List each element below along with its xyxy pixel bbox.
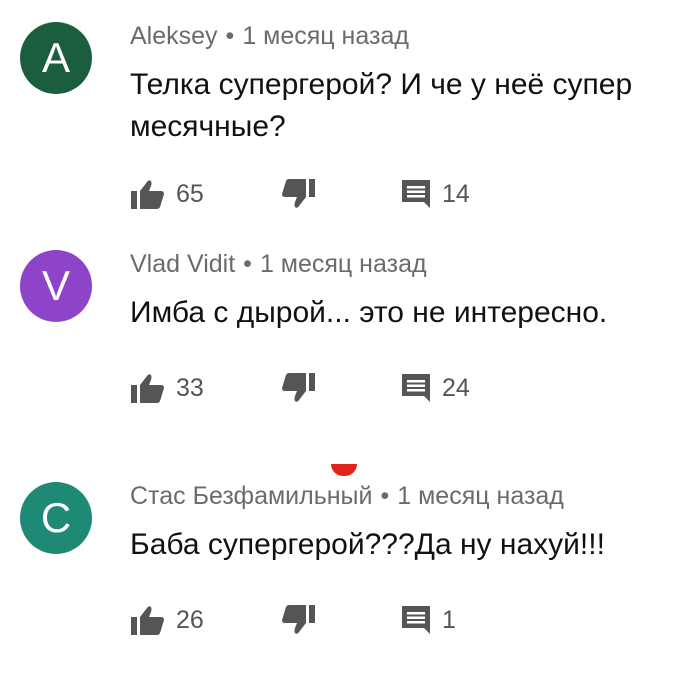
comment-icon — [402, 180, 430, 208]
comment-text: Имба с дырой... это не интересно. — [130, 296, 608, 329]
dislike-button[interactable] — [280, 368, 316, 408]
comment-time: 1 месяц назад — [259, 250, 427, 278]
thumb-up-icon — [131, 374, 164, 403]
like-count: 26 — [176, 605, 204, 634]
like-count: 65 — [176, 179, 204, 208]
avatar[interactable]: V — [20, 250, 92, 322]
comment-meta: Vlad Vidit • 1 месяц назад — [130, 250, 427, 279]
dislike-button[interactable] — [280, 600, 316, 640]
reply-button[interactable]: 14 — [400, 174, 470, 214]
comment-actions: 26 1 — [130, 600, 530, 640]
comment-text: Телка супергерой? И че у неё супер месяч… — [130, 68, 633, 143]
meta-separator: • — [243, 250, 252, 278]
thumb-up-icon — [131, 180, 164, 209]
reply-count: 1 — [442, 605, 456, 634]
reply-count: 24 — [442, 373, 470, 402]
comment-icon — [402, 606, 430, 634]
author-name[interactable]: Стас Безфамильный — [130, 482, 373, 510]
avatar[interactable]: C — [20, 482, 92, 554]
like-button[interactable]: 26 — [130, 600, 204, 640]
comment-icon — [402, 374, 430, 402]
author-name[interactable]: Vlad Vidit — [130, 250, 235, 278]
red-indicator — [331, 464, 357, 476]
meta-separator: • — [225, 22, 235, 50]
comment-actions: 65 14 — [130, 174, 530, 214]
comment-time: 1 месяц назад — [397, 482, 564, 510]
thumb-down-icon — [282, 179, 315, 208]
like-count: 33 — [176, 373, 204, 402]
thumb-down-icon — [282, 605, 315, 634]
comment-time: 1 месяц назад — [242, 22, 409, 50]
avatar[interactable]: A — [20, 22, 92, 94]
comment-text: Баба супергерой???Да ну нахуй!!! — [130, 528, 605, 561]
like-button[interactable]: 65 — [130, 174, 204, 214]
comment-meta: Стас Безфамильный • 1 месяц назад — [130, 482, 564, 511]
reply-button[interactable]: 24 — [400, 368, 470, 408]
reply-count: 14 — [442, 179, 470, 208]
dislike-button[interactable] — [280, 174, 316, 214]
meta-separator: • — [380, 482, 390, 510]
author-name[interactable]: Aleksey — [130, 22, 218, 50]
thumb-up-icon — [131, 606, 164, 635]
like-button[interactable]: 33 — [130, 368, 204, 408]
comment-actions: 33 24 — [130, 368, 530, 408]
comment-meta: Aleksey • 1 месяц назад — [130, 22, 409, 51]
reply-button[interactable]: 1 — [400, 600, 456, 640]
thumb-down-icon — [282, 373, 315, 402]
